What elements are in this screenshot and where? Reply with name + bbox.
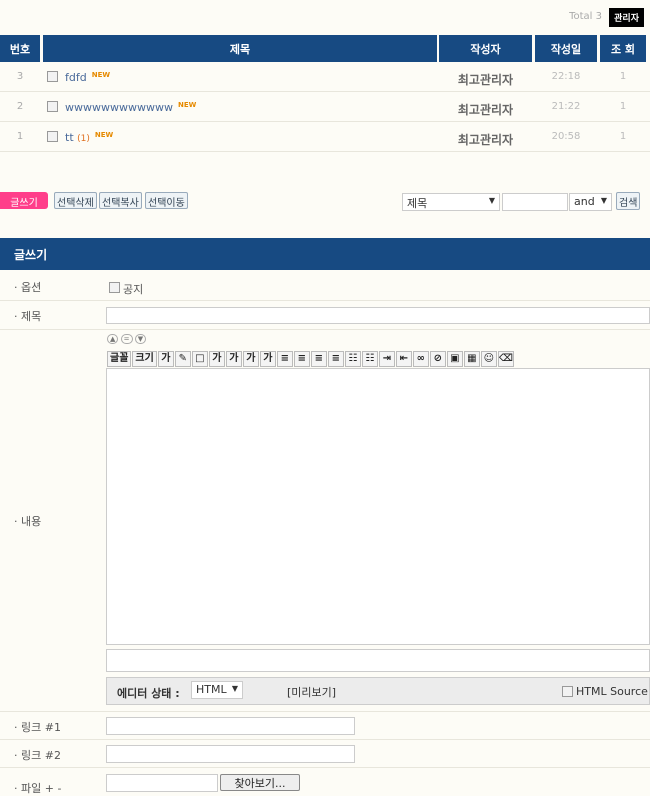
table-row: 3 fdfd NEW 최고관리자 22:18 1 — [0, 62, 650, 92]
link2-label: · 링크 #2 — [14, 749, 61, 762]
link2-input[interactable] — [106, 745, 355, 763]
toolbar-button[interactable]: ≡ — [293, 351, 310, 367]
row-num: 1 — [16, 131, 24, 142]
row-num: 3 — [16, 71, 24, 82]
row-date: 22:18 — [551, 71, 581, 82]
row-date: 20:58 — [551, 131, 581, 142]
toolbar-button[interactable]: 가 — [225, 351, 242, 367]
admin-button[interactable]: 관리자 — [609, 8, 644, 27]
toolbar-button[interactable]: ⇤ — [395, 351, 412, 367]
row-subject-link[interactable]: wwwwwwwwwwww NEW — [65, 101, 196, 114]
toolbar-button[interactable]: 글꼴 — [107, 351, 132, 367]
toolbar-button[interactable]: ≡ — [276, 351, 293, 367]
file-row: · 파일 + - 찾아보기... — [0, 768, 650, 795]
html-source-checkbox[interactable] — [562, 686, 573, 697]
row-checkbox[interactable] — [47, 101, 58, 112]
search-input[interactable] — [502, 193, 568, 211]
write-section-title: 글쓰기 — [0, 238, 650, 270]
editor-toolbar: 글꼴 크기 가 ✎ □ 가 가 가 가 ≡ ≡ ≡ ≡ ☷ ☷ ⇥ ⇤ ∞ ⊘ ▣ ▦ ☺ ⌫ — [107, 351, 514, 367]
file-input[interactable] — [106, 774, 218, 792]
editor-resize-buttons[interactable]: ▲ = ▼ — [107, 334, 147, 344]
content-label: · 내용 — [14, 515, 42, 528]
row-hits: 1 — [619, 101, 627, 112]
link2-row: · 링크 #2 — [0, 740, 650, 768]
subject-label: · 제목 — [14, 310, 42, 323]
notice-label: 공지 — [123, 283, 144, 296]
write-button[interactable]: 글쓰기 — [0, 192, 48, 209]
editor-mode-select[interactable]: HTML ▼ — [191, 681, 243, 699]
file-label[interactable]: · 파일 + - — [14, 780, 61, 796]
toolbar-button[interactable]: ⌫ — [497, 351, 514, 367]
toolbar-button[interactable]: ☷ — [361, 351, 378, 367]
table-row: 2 wwwwwwwwwwww NEW 최고관리자 21:22 1 — [0, 92, 650, 122]
html-source-label: HTML Source — [576, 685, 648, 698]
toolbar-button[interactable]: 크기 — [132, 351, 157, 367]
shrink-editor-icon[interactable]: ▲ — [107, 334, 119, 344]
search-field-select[interactable]: 제목 ▼ — [402, 193, 500, 211]
move-selected-button[interactable]: 선택이동 — [145, 192, 188, 209]
comment-count: (1) — [77, 134, 90, 144]
toolbar-button[interactable]: ⊘ — [429, 351, 446, 367]
toolbar-button[interactable]: ∞ — [412, 351, 429, 367]
search-button[interactable]: 검색 — [616, 192, 641, 210]
preview-link[interactable]: [미리보기] — [287, 684, 336, 700]
header-subject: 제목 — [43, 35, 437, 62]
link1-label: · 링크 #1 — [14, 721, 61, 734]
subject-row: · 제목 — [0, 301, 650, 330]
link1-row: · 링크 #1 — [0, 712, 650, 740]
grow-editor-icon[interactable]: ▼ — [134, 334, 147, 344]
row-author[interactable]: 최고관리자 — [439, 131, 532, 148]
toolbar-button[interactable]: ▣ — [446, 351, 463, 367]
toolbar-button[interactable]: ☷ — [344, 351, 361, 367]
subject-input[interactable] — [106, 307, 650, 324]
editor-status-label: 에디터 상태 : — [117, 687, 180, 700]
row-author[interactable]: 최고관리자 — [439, 101, 532, 118]
editor-area[interactable] — [106, 368, 650, 645]
header-hits: 조 회 — [600, 35, 646, 62]
option-label: · 옵션 — [14, 281, 42, 294]
toolbar-button[interactable]: 가 — [259, 351, 276, 367]
row-hits: 1 — [619, 71, 627, 82]
toolbar-button[interactable]: ☺ — [480, 351, 497, 367]
toolbar-button[interactable]: ▦ — [463, 351, 480, 367]
table-row: 1 tt (1) NEW 최고관리자 20:58 1 — [0, 122, 650, 152]
row-date: 21:22 — [551, 101, 581, 112]
new-badge: NEW — [177, 101, 197, 109]
toolbar-button[interactable]: □ — [191, 351, 208, 367]
toolbar-button[interactable]: ⇥ — [378, 351, 395, 367]
toolbar-button[interactable]: ≡ — [327, 351, 344, 367]
header-date: 작성일 — [535, 35, 597, 62]
delete-selected-button[interactable]: 선택삭제 — [54, 192, 97, 209]
row-subject-link[interactable]: tt (1) NEW — [65, 131, 113, 144]
browse-button[interactable]: 찾아보기... — [220, 774, 300, 791]
toolbar-button[interactable]: ≡ — [310, 351, 327, 367]
copy-selected-button[interactable]: 선택복사 — [99, 192, 142, 209]
editor-html-area[interactable] — [106, 649, 650, 672]
option-row: · 옵션 공지 — [0, 270, 650, 301]
toolbar-button[interactable]: 가 — [157, 351, 174, 367]
new-badge: NEW — [91, 71, 111, 79]
toolbar-button[interactable]: 가 — [208, 351, 225, 367]
row-author[interactable]: 최고관리자 — [439, 71, 532, 88]
reset-editor-icon[interactable]: = — [120, 334, 133, 344]
header-author: 작성자 — [439, 35, 532, 62]
row-checkbox[interactable] — [47, 71, 58, 82]
row-hits: 1 — [619, 131, 627, 142]
row-subject-link[interactable]: fdfd NEW — [65, 71, 110, 84]
header-num: 번호 — [0, 35, 40, 62]
search-op-select[interactable]: and ▼ — [569, 193, 612, 211]
toolbar-button[interactable]: ✎ — [174, 351, 191, 367]
notice-checkbox[interactable] — [109, 282, 120, 293]
total-count: Total 3 — [569, 11, 602, 22]
row-num: 2 — [16, 101, 24, 112]
link1-input[interactable] — [106, 717, 355, 735]
toolbar-button[interactable]: 가 — [242, 351, 259, 367]
editor-status-bar: 에디터 상태 : HTML ▼ [미리보기] HTML Source — [106, 677, 650, 705]
new-badge: NEW — [94, 131, 114, 139]
row-checkbox[interactable] — [47, 131, 58, 142]
